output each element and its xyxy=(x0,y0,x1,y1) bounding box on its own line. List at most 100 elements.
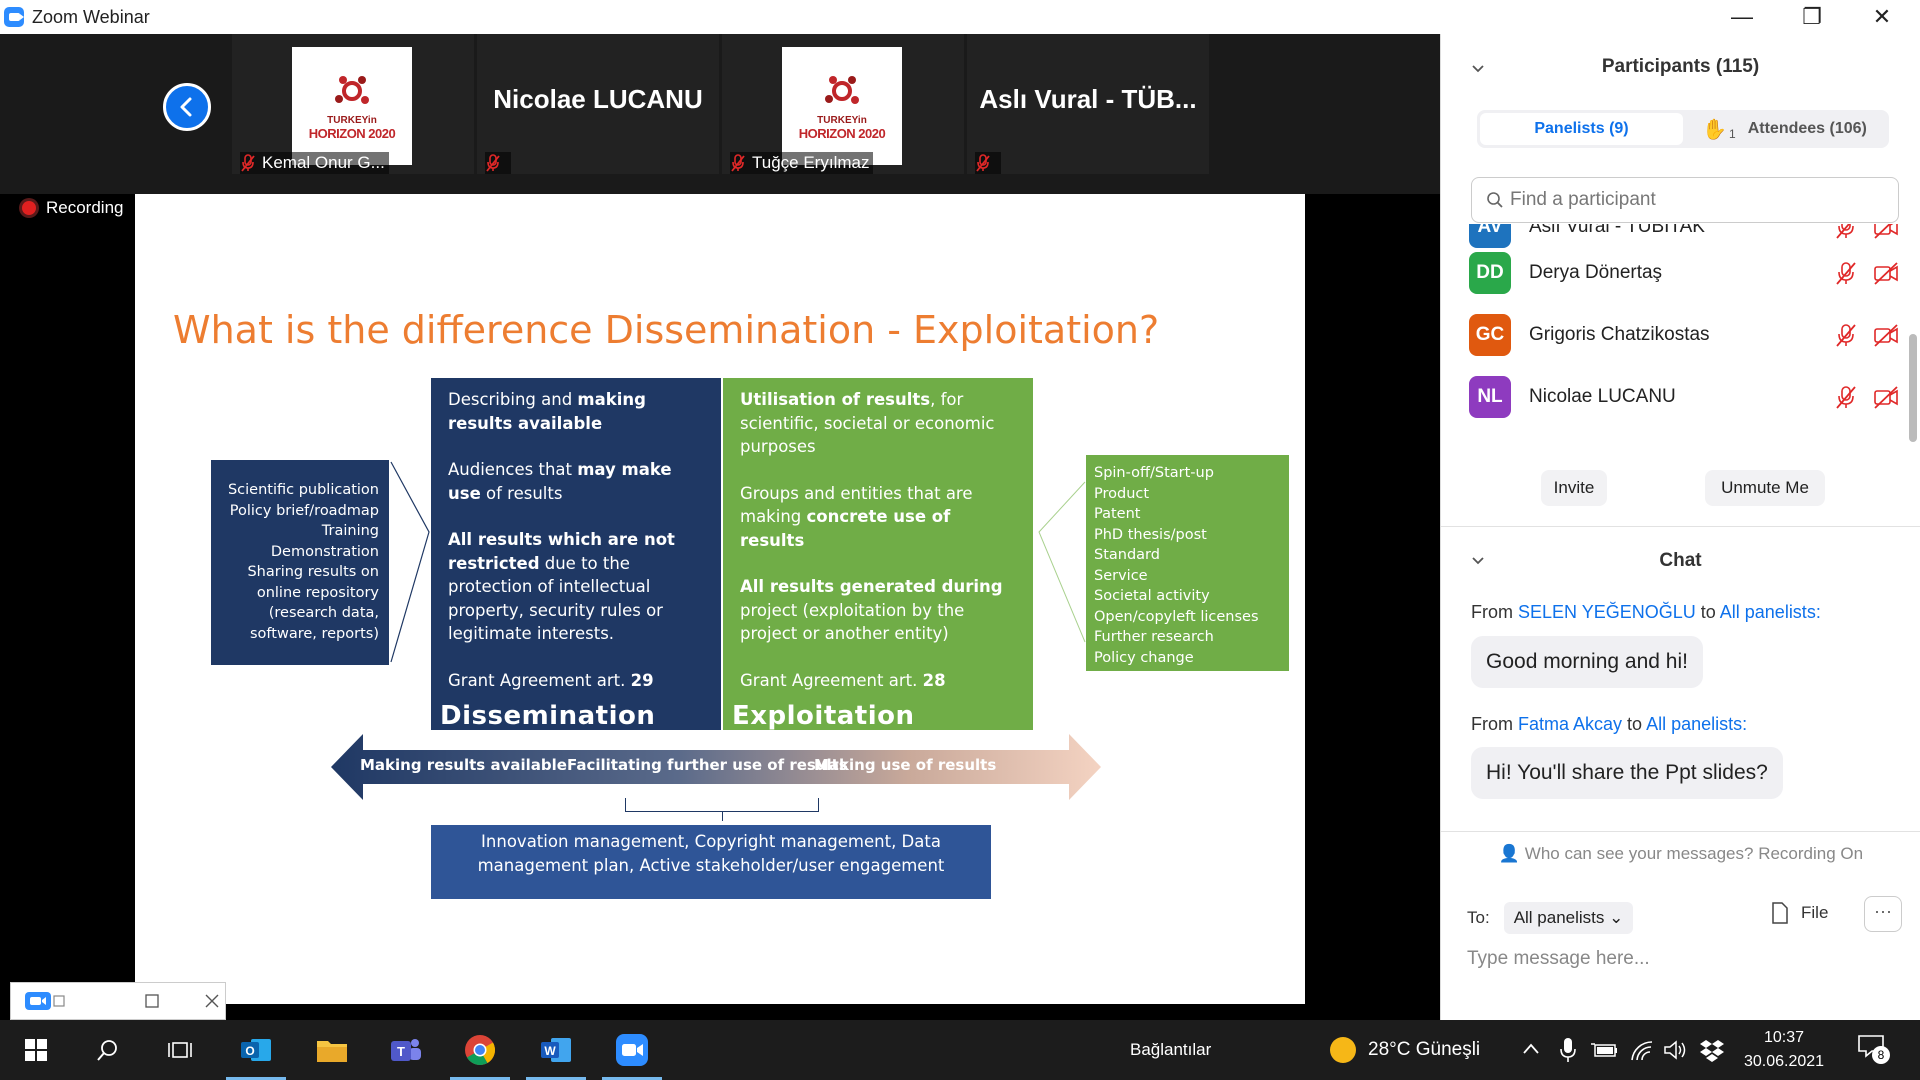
example-item: Standard xyxy=(1094,547,1160,563)
maximize-icon[interactable] xyxy=(145,994,159,1008)
expl-p3: All results generated during project (ex… xyxy=(740,577,1003,643)
expl-p2: Groups and entities that are making conc… xyxy=(740,483,973,550)
mic-off-icon xyxy=(1836,386,1856,409)
svg-text:T: T xyxy=(397,1044,405,1059)
chat-message-bubble[interactable]: Hi! You'll share the Ppt slides? xyxy=(1471,747,1783,799)
invite-button[interactable]: Invite xyxy=(1541,470,1607,506)
video-tile-kemal[interactable]: TURKEYin HORIZON 2020 Kemal Onur G... xyxy=(232,34,474,174)
participants-tabs: Panelists (9) ✋ 1 Attendees (106) xyxy=(1477,110,1889,148)
chat-sender[interactable]: SELEN YEĞENOĞLU xyxy=(1518,602,1696,622)
battery-icon[interactable] xyxy=(1590,1040,1618,1060)
svg-text:O: O xyxy=(245,1044,254,1058)
svg-text:W: W xyxy=(544,1044,556,1058)
search-button[interactable] xyxy=(72,1020,144,1080)
mic-off-icon xyxy=(486,154,500,172)
recording-dot-icon xyxy=(22,201,36,215)
participant-name-large: Nicolae LUCANU xyxy=(493,84,703,114)
chevron-down-icon: ⌄ xyxy=(1609,908,1624,927)
logo-text-program: HORIZON 2020 xyxy=(798,126,886,141)
start-button[interactable] xyxy=(0,1020,72,1080)
video-tile-asli[interactable]: Aslı Vural - TÜB... xyxy=(967,34,1209,174)
message-visibility-info[interactable]: 👤 Who can see your messages? Recording O… xyxy=(1441,844,1920,864)
mic-off-icon xyxy=(1836,262,1856,285)
wifi-icon[interactable] xyxy=(1630,1040,1654,1062)
exploitation-box: Utilisation of results, for scientific, … xyxy=(723,378,1033,730)
recipient-dropdown[interactable]: All panelists ⌄ xyxy=(1503,902,1634,934)
dropbox-icon[interactable] xyxy=(1700,1038,1724,1062)
restore-button[interactable]: ❐ xyxy=(1782,0,1842,34)
person-icon: 👤 xyxy=(1498,844,1521,863)
task-view-button[interactable] xyxy=(144,1020,216,1080)
chat-message-bubble[interactable]: Good morning and hi! xyxy=(1471,636,1703,688)
expl-p1: Utilisation of results, for scientific, … xyxy=(740,390,995,456)
panel-divider xyxy=(1441,526,1920,527)
mini-control-window[interactable] xyxy=(10,982,226,1020)
task-view-icon xyxy=(168,1042,192,1058)
example-item: Product xyxy=(1094,485,1150,502)
chrome-taskbar-button[interactable] xyxy=(444,1020,516,1080)
previous-page-button[interactable] xyxy=(163,83,211,131)
exploitation-heading: Exploitation xyxy=(732,700,915,731)
logo-text-program: HORIZON 2020 xyxy=(308,126,396,141)
search-placeholder: Find a participant xyxy=(1510,189,1656,210)
participant-list-scrollbar[interactable] xyxy=(1909,334,1917,442)
diss-p1: Describing and making results available xyxy=(448,390,646,433)
video-tile-tugce[interactable]: TURKEYin HORIZON 2020 Tuğçe Eryılmaz xyxy=(722,34,964,174)
notification-center-button[interactable]: 8 xyxy=(1858,1034,1890,1066)
file-button[interactable]: File xyxy=(1771,902,1828,924)
participant-label xyxy=(485,152,511,174)
chat-sender[interactable]: Fatma Akcay xyxy=(1518,714,1622,734)
raised-hand-icon: ✋ xyxy=(1702,118,1728,141)
close-icon[interactable] xyxy=(205,994,219,1008)
example-item: Spin-off/Start-up xyxy=(1094,465,1214,481)
chevron-up-icon[interactable] xyxy=(1522,1042,1540,1056)
minimize-button[interactable]: — xyxy=(1712,0,1772,34)
participant-row[interactable]: NL Nicolae LUCANU xyxy=(1469,372,1899,422)
raised-hand-count: 1 xyxy=(1729,127,1736,141)
tab-panelists[interactable]: Panelists (9) xyxy=(1480,113,1683,145)
turkey-horizon-logo: TURKEYin HORIZON 2020 xyxy=(292,47,412,165)
file-explorer-taskbar-button[interactable] xyxy=(296,1020,368,1080)
more-options-button[interactable]: ··· xyxy=(1864,896,1902,932)
mic-off-icon xyxy=(1836,324,1856,347)
word-taskbar-button[interactable]: W xyxy=(520,1020,592,1080)
chat-divider xyxy=(1441,831,1920,832)
innovation-line: Innovation management, Copyright managem… xyxy=(481,832,941,851)
dissemination-box: Describing and making results available … xyxy=(431,378,721,730)
avatar: AV xyxy=(1469,224,1511,248)
participant-name-large: Aslı Vural - TÜB... xyxy=(979,84,1197,114)
notification-count: 8 xyxy=(1872,1046,1890,1064)
recording-indicator[interactable]: Recording xyxy=(22,198,124,218)
connections-label[interactable]: Bağlantılar xyxy=(1130,1020,1211,1080)
participant-row[interactable]: DD Derya Dönertaş xyxy=(1469,248,1899,298)
example-item: software, reports) xyxy=(250,625,379,642)
system-clock[interactable]: 10:37 30.06.2021 xyxy=(1724,1026,1844,1074)
video-tile-nicolae[interactable]: Nicolae LUCANU xyxy=(477,34,719,174)
recording-label: Recording xyxy=(46,198,124,217)
video-off-icon xyxy=(1874,224,1898,239)
chevron-left-icon xyxy=(180,97,192,117)
diss-p3: All results which are not restricted due… xyxy=(448,530,675,643)
close-button[interactable]: ✕ xyxy=(1852,0,1912,34)
outlook-taskbar-button[interactable]: O xyxy=(220,1020,292,1080)
teams-taskbar-button[interactable]: T xyxy=(370,1020,442,1080)
sun-icon xyxy=(1330,1037,1356,1063)
mic-off-icon xyxy=(241,154,255,172)
participant-search-input[interactable]: Find a participant xyxy=(1471,177,1899,223)
chat-recipient-row: To: All panelists ⌄ xyxy=(1467,902,1634,934)
logo-text-country: TURKEYin xyxy=(327,115,377,126)
chat-message-input[interactable]: Type message here... xyxy=(1467,948,1650,970)
participant-status-icons xyxy=(1833,224,1899,240)
weather-widget[interactable]: 28°C Güneşli xyxy=(1330,1020,1480,1080)
volume-icon[interactable] xyxy=(1664,1040,1688,1060)
dissemination-heading: Dissemination xyxy=(440,700,656,731)
video-off-icon xyxy=(1874,262,1898,285)
example-item: online repository xyxy=(256,584,379,601)
participant-row[interactable]: GC Grigoris Chatzikostas xyxy=(1469,310,1899,360)
folder-icon xyxy=(317,1041,347,1062)
microphone-icon[interactable] xyxy=(1560,1037,1576,1063)
tab-attendees[interactable]: ✋ 1 Attendees (106) xyxy=(1683,113,1886,145)
participant-name: Kemal Onur G... xyxy=(262,153,385,172)
zoom-taskbar-button[interactable] xyxy=(596,1020,668,1080)
unmute-me-button[interactable]: Unmute Me xyxy=(1705,470,1825,506)
